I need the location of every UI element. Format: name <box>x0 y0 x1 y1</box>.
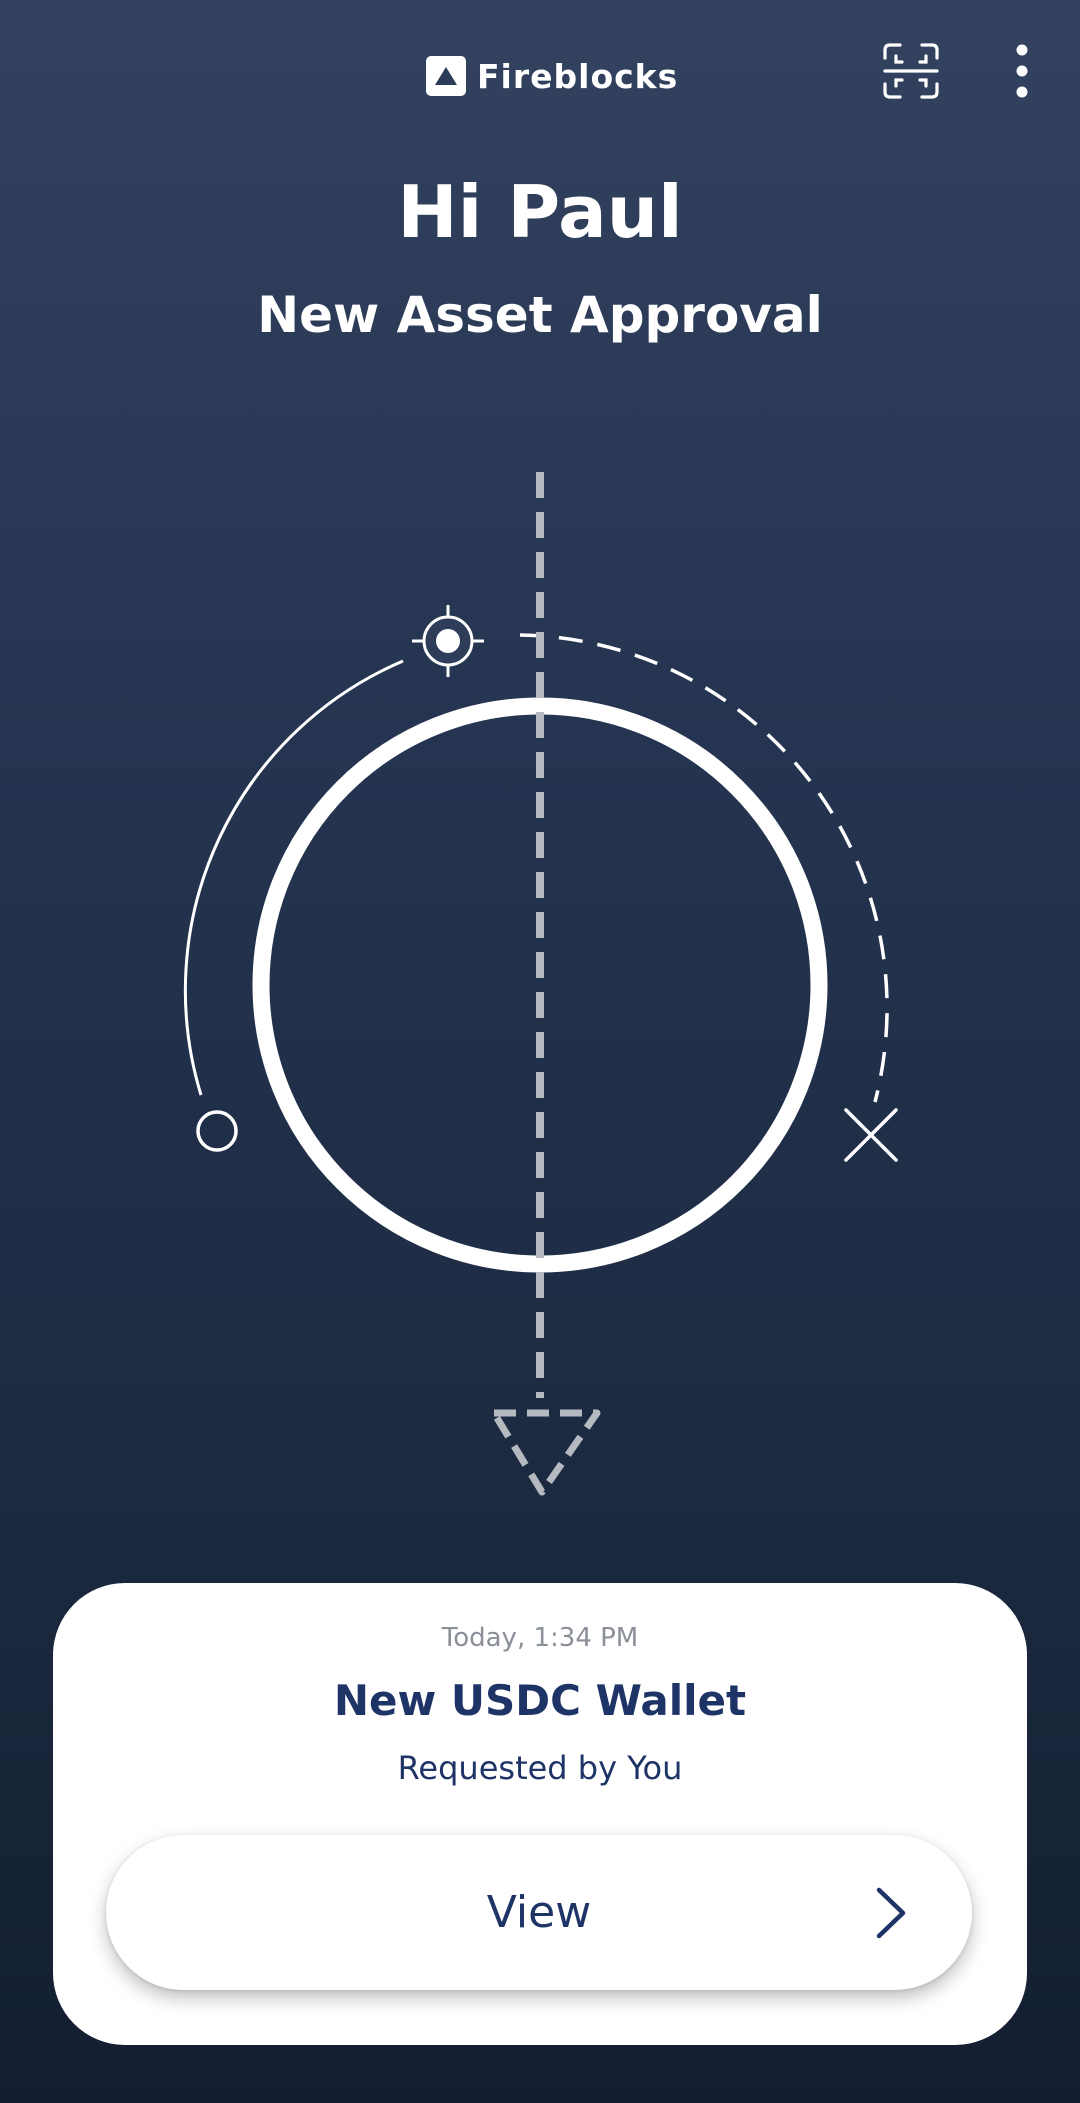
circle-icon <box>196 1110 238 1152</box>
brand-name: Fireblocks <box>477 56 679 96</box>
left-solid-arc <box>183 659 404 1096</box>
request-timestamp: Today, 1:34 PM <box>441 1623 639 1653</box>
approval-illustration <box>183 472 898 1496</box>
arrow-down-triangle-icon <box>490 1409 601 1496</box>
scan-qr-button[interactable] <box>882 42 940 100</box>
request-card: Today, 1:34 PM New USDC Wallet Requested… <box>53 1583 1027 2045</box>
brand-logo: Fireblocks <box>426 56 678 96</box>
greeting-heading: Hi Paul <box>397 170 683 254</box>
main-circle <box>252 697 828 1273</box>
more-vertical-icon <box>1016 44 1028 98</box>
view-button[interactable]: View <box>106 1835 972 1990</box>
scan-qr-icon <box>883 43 939 99</box>
requested-by-label: Requested by You <box>397 1749 683 1787</box>
top-bar: Fireblocks <box>0 0 1080 150</box>
request-title: New USDC Wallet <box>333 1676 747 1725</box>
more-options-button[interactable] <box>1003 44 1041 98</box>
chevron-right-icon <box>876 1887 906 1939</box>
approval-subtitle: New Asset Approval <box>257 286 823 344</box>
triangle-logo-icon <box>426 56 466 96</box>
close-x-icon <box>844 1108 898 1162</box>
view-button-label: View <box>486 1887 592 1938</box>
target-icon <box>412 605 484 677</box>
